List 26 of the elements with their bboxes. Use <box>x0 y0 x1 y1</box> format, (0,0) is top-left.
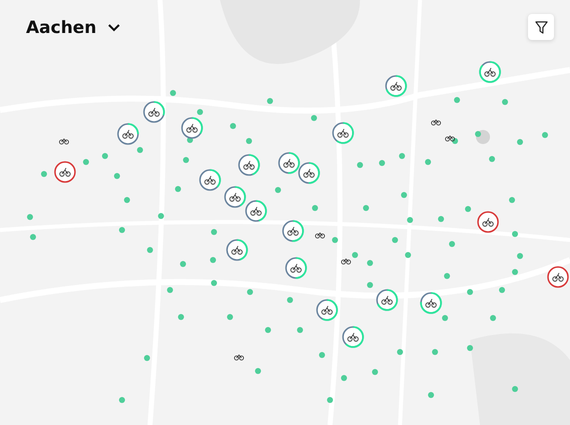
station-marker[interactable] <box>245 200 267 222</box>
filter-button[interactable] <box>528 14 554 40</box>
station-marker[interactable] <box>278 152 300 174</box>
station-marker[interactable] <box>282 220 304 242</box>
station-marker[interactable] <box>477 211 499 233</box>
station-marker[interactable] <box>224 186 246 208</box>
station-marker[interactable] <box>199 169 221 191</box>
station-marker[interactable] <box>285 257 307 279</box>
station-marker[interactable] <box>479 61 501 83</box>
station-marker[interactable] <box>316 299 338 321</box>
station-marker[interactable] <box>181 117 203 139</box>
city-selector[interactable]: Aachen <box>26 18 120 38</box>
station-marker[interactable] <box>238 154 260 176</box>
station-marker[interactable] <box>420 292 442 314</box>
station-marker[interactable] <box>385 75 407 97</box>
filter-icon <box>534 20 548 34</box>
station-marker[interactable] <box>342 326 364 348</box>
station-marker[interactable] <box>54 161 76 183</box>
station-marker[interactable] <box>298 162 320 184</box>
station-marker[interactable] <box>376 289 398 311</box>
station-marker[interactable] <box>143 101 165 123</box>
station-marker[interactable] <box>226 239 248 261</box>
station-marker[interactable] <box>117 123 139 145</box>
chevron-down-icon <box>108 24 120 32</box>
station-marker[interactable] <box>332 122 354 144</box>
station-marker[interactable] <box>547 266 569 288</box>
